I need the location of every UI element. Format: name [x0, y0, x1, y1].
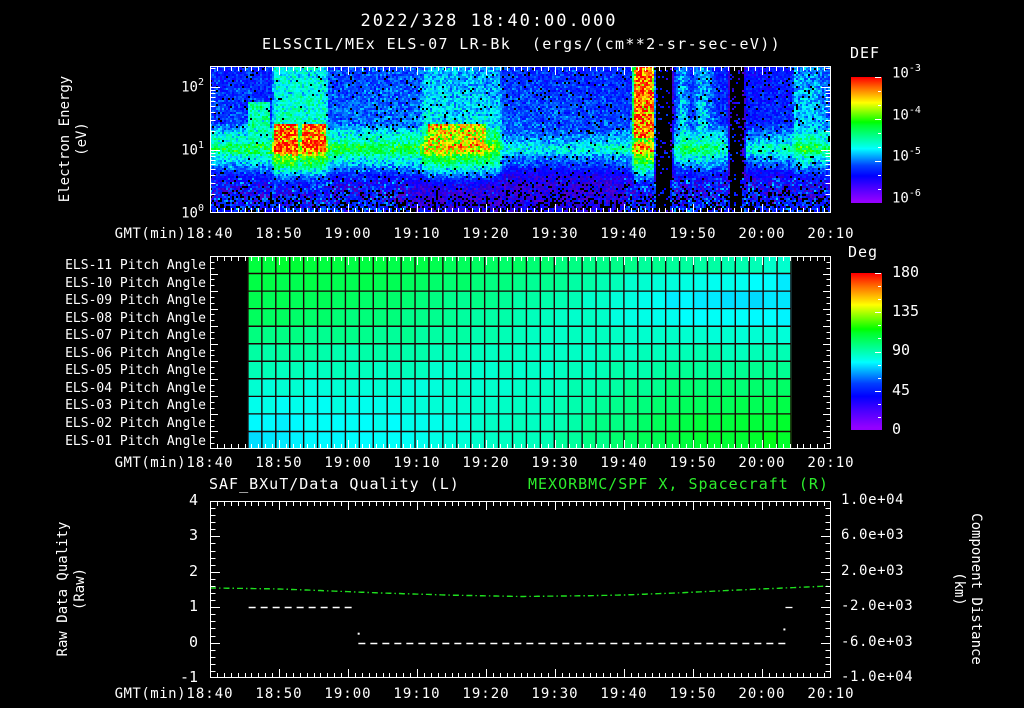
deg-tick-135: 135: [892, 302, 920, 320]
time-tick: 19:00: [324, 455, 372, 471]
row-label-els-06: ELS-06 Pitch Angle: [65, 345, 206, 361]
deg-tick-180: 180: [892, 263, 920, 281]
def-tick-1e-5: 10-5: [892, 146, 921, 165]
dist-tick-6e3: 6.0e+03: [841, 527, 905, 543]
time-tick: 19:10: [393, 455, 441, 471]
row-label-els-02: ELS-02 Pitch Angle: [65, 415, 206, 431]
spectrogram-y-axis-label: Electron Energy (eV): [57, 34, 91, 244]
quality-title-right: MEXORBMC/SPF X, Spacecraft (R): [528, 475, 829, 493]
time-tick: 20:00: [738, 455, 786, 471]
time-ticks-top: 18:40 18:50 19:00 19:10 19:20 19:30 19:4…: [186, 226, 853, 242]
row-label-els-11: ELS-11 Pitch Angle: [65, 258, 206, 273]
time-ticks-bottom: 18:40 18:50 19:00 19:10 19:20 19:30 19:4…: [186, 686, 853, 702]
energy-tick-100ev: 102: [181, 77, 204, 96]
time-tick: 19:30: [531, 455, 579, 471]
time-tick: 19:10: [393, 226, 441, 242]
qual-tick-1: 1: [188, 597, 198, 615]
time-tick: 19:30: [531, 226, 579, 242]
dist-tick-1e4: 1.0e+04: [841, 492, 905, 508]
time-tick: 19:40: [600, 455, 648, 471]
def-tick-1e-4: 10-4: [892, 105, 921, 124]
quality-distance-canvas: [210, 501, 831, 678]
row-label-els-09: ELS-09 Pitch Angle: [65, 293, 206, 308]
time-tick: 18:40: [186, 455, 234, 471]
quality-ylabel-units: (Raw): [72, 567, 88, 611]
spectrogram-ylabel-text: Electron Energy: [57, 75, 73, 203]
dist-tick-m6e3: -6.0e+03: [841, 634, 914, 650]
time-tick: 20:00: [738, 226, 786, 242]
time-tick: 19:50: [669, 686, 717, 702]
qual-tick-0: 0: [188, 633, 198, 651]
time-tick: 20:10: [807, 455, 855, 471]
row-label-els-01: ELS-01 Pitch Angle: [65, 433, 206, 449]
pitch-angle-canvas: [210, 256, 831, 449]
row-label-els-07: ELS-07 Pitch Angle: [65, 328, 206, 344]
qual-tick-4: 4: [188, 491, 198, 509]
row-label-els-05: ELS-05 Pitch Angle: [65, 363, 206, 379]
distance-y-axis-label: Component Distance (km): [950, 459, 984, 708]
deg-tick-45: 45: [892, 381, 911, 399]
time-tick: 19:10: [393, 686, 441, 702]
row-label-els-03: ELS-03 Pitch Angle: [65, 398, 206, 414]
time-tick: 20:00: [738, 686, 786, 702]
plot-subtitle: ELSSCIL/MEx ELS-07 LR-Bk (ergs/(cm**2-sr…: [262, 35, 782, 53]
deg-colorbar-title: Deg: [848, 243, 879, 261]
row-label-els-10: ELS-10 Pitch Angle: [65, 275, 206, 291]
time-tick: 19:00: [324, 686, 372, 702]
spectrogram-figure: 2022/328 18:40:00.000 ELSSCIL/MEx ELS-07…: [0, 0, 1024, 708]
qual-tick-3: 3: [188, 526, 198, 544]
time-tick: 19:20: [462, 686, 510, 702]
pitch-row-labels: ELS-11 Pitch Angle ELS-10 Pitch Angle EL…: [0, 256, 206, 449]
time-tick: 20:10: [807, 686, 855, 702]
time-tick: 18:40: [186, 686, 234, 702]
time-tick: 19:50: [669, 455, 717, 471]
time-tick: 19:40: [600, 226, 648, 242]
deg-tick-0: 0: [892, 420, 902, 438]
time-tick: 19:30: [531, 686, 579, 702]
def-tick-1e-6: 10-6: [892, 188, 921, 207]
deg-colorbar: [851, 273, 882, 430]
time-tick: 20:10: [807, 226, 855, 242]
time-tick: 19:20: [462, 455, 510, 471]
def-tick-1e-3: 10-3: [892, 63, 921, 82]
time-tick: 19:00: [324, 226, 372, 242]
time-tick: 18:50: [255, 686, 303, 702]
time-tick: 18:50: [255, 455, 303, 471]
dist-tick-2e3: 2.0e+03: [841, 563, 905, 579]
time-ticks-middle: 18:40 18:50 19:00 19:10 19:20 19:30 19:4…: [186, 455, 853, 471]
deg-tick-90: 90: [892, 341, 911, 359]
time-tick: 18:50: [255, 226, 303, 242]
time-tick: 18:40: [186, 226, 234, 242]
def-colorbar-title: DEF: [850, 44, 881, 62]
electron-energy-spectrogram-canvas: [210, 66, 831, 213]
def-colorbar: [851, 77, 882, 203]
quality-ylabel-text: Raw Data Quality: [55, 521, 71, 657]
energy-tick-10ev: 101: [181, 140, 204, 159]
time-tick: 19:40: [600, 686, 648, 702]
page-title: 2022/328 18:40:00.000: [360, 11, 618, 31]
spectrogram-ylabel-units: (eV): [74, 122, 90, 156]
energy-tick-1ev: 100: [181, 203, 204, 222]
gmt-axis-label-middle: GMT(min): [114, 455, 186, 471]
qual-tick-m1: -1: [179, 668, 198, 686]
gmt-axis-label-bottom: GMT(min): [114, 686, 186, 702]
dist-tick-m2e3: -2.0e+03: [841, 598, 914, 614]
distance-ylabel-text: Component Distance: [968, 513, 984, 665]
row-label-els-08: ELS-08 Pitch Angle: [65, 310, 206, 326]
qual-tick-2: 2: [188, 562, 198, 580]
row-label-els-04: ELS-04 Pitch Angle: [65, 380, 206, 396]
gmt-axis-label-top: GMT(min): [114, 226, 186, 242]
distance-ylabel-units: (km): [951, 572, 967, 606]
quality-y-axis-label: Raw Data Quality (Raw): [55, 469, 89, 708]
time-tick: 19:20: [462, 226, 510, 242]
dist-tick-m1e4: -1.0e+04: [841, 669, 914, 685]
time-tick: 19:50: [669, 226, 717, 242]
quality-title-left: SAF_BXuT/Data Quality (L): [209, 475, 460, 493]
